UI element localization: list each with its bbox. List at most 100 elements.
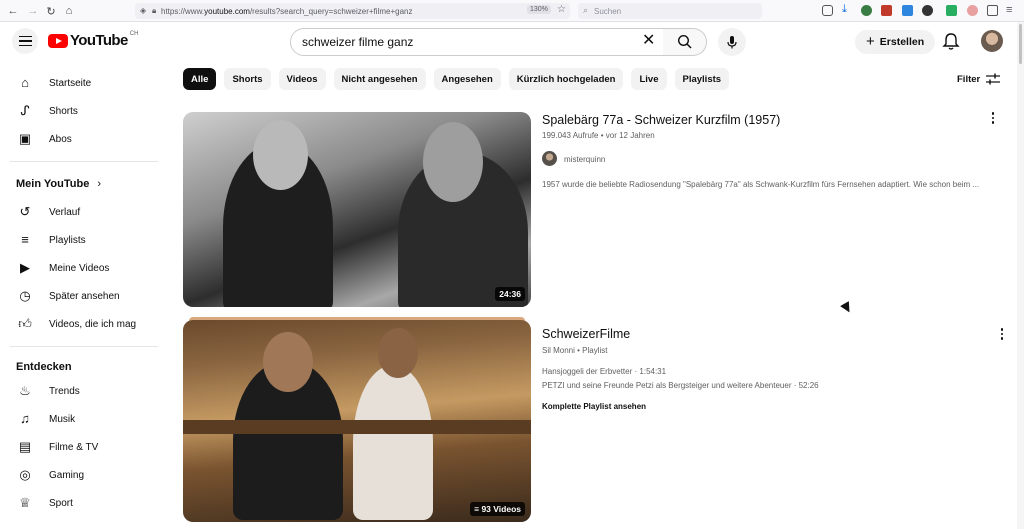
sidebar-item-filme-tv[interactable]: ▤ Filme & TV [0,434,170,460]
search-button[interactable] [663,28,707,56]
play-logo-icon [48,33,68,48]
view-full-playlist-link[interactable]: Komplette Playlist ansehen [542,402,646,411]
thumbnail-face [253,120,308,190]
clear-search-icon[interactable]: ✕ [642,33,655,49]
back-icon[interactable]: ← [4,2,22,20]
sidebar-item-sport[interactable]: ♕ Sport [0,490,170,516]
watch-later-icon: ◷ [19,288,31,303]
youtube-logo[interactable]: YouTube CH [48,31,138,49]
chip-playlists[interactable]: Playlists [674,68,730,90]
youtube-header: YouTube CH schweizer filme ganz ✕ + Erst… [0,22,1024,64]
thumbnail-figure-woman [353,365,433,520]
chevron-right-icon: › [97,178,102,190]
chip-angesehen[interactable]: Angesehen [433,68,501,90]
home-button-icon[interactable]: ⌂ [60,2,78,20]
sidebar-item-playlists[interactable]: ≡ Playlists [0,227,170,253]
channel-name[interactable]: misterquinn [564,155,605,164]
extension-badge-icon[interactable] [946,5,957,16]
more-options-icon[interactable] [988,111,998,125]
voice-search-button[interactable] [718,28,746,56]
chip-live[interactable]: Live [631,68,667,90]
liked-icon: 👍︎ [18,316,32,331]
sidebar-heading-you[interactable]: Mein YouTube › [16,178,101,190]
search-icon [677,34,692,49]
video-meta: 199.043 Aufrufe • vor 12 Jahren [542,131,655,140]
extensions-puzzle-icon[interactable] [987,5,998,16]
movies-icon: ▤ [18,439,32,454]
account-avatar[interactable] [981,30,1003,52]
extension-dark-icon[interactable] [922,5,933,16]
notifications-bell-icon[interactable] [942,32,960,52]
plus-icon: + [866,33,875,50]
video-thumbnail[interactable]: 24:36 [183,112,531,307]
forward-icon[interactable]: → [24,2,42,20]
extension-green-icon[interactable] [861,5,872,16]
sidebar-divider [10,161,158,162]
playlist-meta: Sil Monni • Playlist [542,346,608,355]
bookmark-star-icon[interactable]: ☆ [557,4,566,15]
sidebar-item-trends[interactable]: ♨ Trends [0,378,170,404]
thumbnail-face [378,328,418,378]
sidebar-divider [10,346,158,347]
menu-icon[interactable]: ≡ [1006,4,1012,16]
chip-shorts[interactable]: Shorts [224,68,271,90]
address-bar[interactable]: ◈ 🔒︎ https://www.youtube.com/results?sea… [135,3,570,19]
playlist-item[interactable]: Hansjoggeli der Erbvetter · 1:54:31 [542,367,666,376]
playlists-icon: ≡ [21,232,29,247]
pocket-icon[interactable] [822,5,833,16]
playlist-item[interactable]: PETZI und seine Freunde Petzi als Bergst… [542,381,819,390]
chip-alle[interactable]: Alle [183,68,217,90]
browser-toolbar: ← → ↻ ⌂ ◈ 🔒︎ https://www.youtube.com/res… [0,0,1024,22]
extension-pink-icon[interactable] [967,5,978,16]
sidebar-item-shorts[interactable]: ᔑ Shorts [0,98,170,124]
downloads-icon[interactable]: ⤓ [842,3,853,15]
page-scrollbar[interactable] [1017,22,1024,529]
lock-icon: 🔒︎ [152,6,157,15]
guide-menu-icon[interactable] [12,28,38,54]
filter-sliders-icon [986,73,1001,85]
search-input[interactable]: schweizer filme ganz [290,28,664,56]
subscriptions-icon: ▣ [18,131,32,146]
zoom-badge[interactable]: 130% [527,5,551,14]
gaming-icon: ◎ [19,467,31,482]
chip-nicht-angesehen[interactable]: Nicht angesehen [333,68,426,90]
history-icon: ↺ [19,204,31,219]
filter-chips-bar: Alle Shorts Videos Nicht angesehen Anges… [183,68,730,90]
filter-button[interactable]: Filter [957,73,1001,85]
sidebar-item-startseite[interactable]: ⌂ Startseite [0,70,170,96]
guide-sidebar: ⌂ Startseite ᔑ Shorts ▣ Abos Mein YouTub… [0,64,170,529]
create-button[interactable]: + Erstellen [855,30,936,54]
sidebar-item-liked-videos[interactable]: 👍︎ Videos, die ich mag [0,311,170,337]
scrollbar-thumb[interactable] [1019,24,1022,64]
trophy-icon: ♕ [19,495,31,510]
microphone-icon [727,36,737,49]
thumbnail-face [263,332,313,392]
search-icon: ⌕ [583,5,589,15]
playlist-thumbnail[interactable]: ≡ 93 Videos [183,320,531,522]
more-options-icon[interactable] [997,327,1007,341]
reload-icon[interactable]: ↻ [42,2,60,20]
extension-blue-icon[interactable] [902,5,913,16]
sidebar-item-musik[interactable]: ♫ Musik [0,406,170,432]
extension-red-icon[interactable] [881,5,892,16]
home-icon: ⌂ [21,75,29,90]
shield-icon: ◈ [140,6,147,15]
sidebar-item-meine-videos[interactable]: ▶ Meine Videos [0,255,170,281]
shorts-icon: ᔑ [20,103,30,118]
sidebar-item-spaeter-ansehen[interactable]: ◷ Später ansehen [0,283,170,309]
playlist-title[interactable]: SchweizerFilme [542,327,630,341]
mouse-cursor-icon [840,301,854,315]
sidebar-item-gaming[interactable]: ◎ Gaming [0,462,170,488]
url-text: https://www.youtube.com/results?search_q… [161,6,413,16]
trending-icon: ♨ [19,383,31,398]
sidebar-item-verlauf[interactable]: ↺ Verlauf [0,199,170,225]
chip-videos[interactable]: Videos [278,68,326,90]
video-description: 1957 wurde die beliebte Radiosendung "Sp… [542,180,980,189]
video-title[interactable]: Spalebärg 77a - Schweizer Kurzfilm (1957… [542,113,780,127]
channel-avatar[interactable] [542,151,557,166]
browser-search-input[interactable]: ⌕ Suchen [578,3,762,19]
playlist-count-badge: ≡ 93 Videos [470,502,525,516]
music-icon: ♫ [20,411,30,426]
sidebar-item-abos[interactable]: ▣ Abos [0,126,170,152]
chip-kuerzlich-hochgeladen[interactable]: Kürzlich hochgeladen [508,68,624,90]
